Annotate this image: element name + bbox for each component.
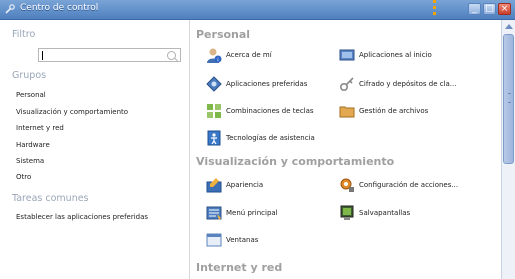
item-label: Tecnologías de asistencia <box>226 134 315 142</box>
maximize-button[interactable]: □ <box>483 3 496 15</box>
item-windows[interactable]: Ventanas <box>206 232 258 248</box>
startup-apps-icon <box>339 49 355 61</box>
item-label: Ventanas <box>226 236 259 244</box>
minimize-icon: _ <box>472 4 477 14</box>
file-management-icon <box>339 106 355 118</box>
sidebar-task-preferred-apps[interactable]: Establecer las aplicaciones preferidas <box>16 213 148 221</box>
windows-icon <box>206 233 222 247</box>
close-icon: × <box>500 4 509 14</box>
item-about-me[interactable]: i Acerca de mí <box>206 47 272 63</box>
search-icon[interactable] <box>167 51 176 60</box>
encryption-keys-icon <box>339 77 354 92</box>
item-label: Menú principal <box>226 209 278 217</box>
item-appearance[interactable]: Apariencia <box>206 177 263 193</box>
keyboard-shortcuts-icon <box>207 104 221 118</box>
window-controls: _ □ × <box>468 3 511 15</box>
search-input[interactable] <box>38 48 181 62</box>
groups-title: Grupos <box>12 70 47 81</box>
category-title-display: Visualización y comportamiento <box>196 155 395 168</box>
main-content: Personal i Acerca de mí Aplicaciones al … <box>190 20 501 279</box>
close-button[interactable]: × <box>498 3 511 15</box>
vertical-scrollbar[interactable] <box>501 20 515 279</box>
wrench-icon <box>5 4 15 14</box>
main-menu-icon <box>206 206 222 220</box>
item-label: Salvapantallas <box>359 209 411 217</box>
item-label: Cifrado y depósitos de cla... <box>359 80 457 88</box>
accessibility-icon <box>207 130 221 146</box>
tasks-title: Tareas comunes <box>12 193 89 204</box>
item-label: Combinaciones de teclas <box>226 107 314 115</box>
appearance-icon <box>206 178 222 193</box>
preferred-apps-icon <box>206 76 222 92</box>
item-file-management[interactable]: Gestión de archivos <box>339 103 428 119</box>
maximize-icon: □ <box>485 4 494 14</box>
sidebar-group-display[interactable]: Visualización y comportamiento <box>16 108 128 116</box>
scroll-up-icon[interactable] <box>505 24 513 29</box>
category-title-personal: Personal <box>196 28 251 41</box>
item-accessibility[interactable]: Tecnologías de asistencia <box>206 130 315 146</box>
item-encryption-keys[interactable]: Cifrado y depósitos de cla... <box>339 76 456 92</box>
sidebar-group-other[interactable]: Otro <box>16 173 31 181</box>
item-label: Acerca de mí <box>226 51 272 59</box>
item-screensaver[interactable]: Salvapantallas <box>339 205 410 221</box>
item-preferred-apps[interactable]: Aplicaciones preferidas <box>206 76 307 92</box>
sidebar-group-personal[interactable]: Personal <box>16 91 46 99</box>
svg-text:i: i <box>217 58 218 64</box>
category-title-internet: Internet y red <box>196 261 283 274</box>
accent-dots <box>433 0 436 16</box>
sidebar-group-internet[interactable]: Internet y red <box>16 124 64 132</box>
title-bar[interactable]: Centro de control _ □ × <box>0 0 515 20</box>
item-actions-config[interactable]: Configuración de acciones... <box>339 177 458 193</box>
item-label: Aplicaciones al inicio <box>359 51 432 59</box>
item-label: Aplicaciones preferidas <box>226 80 308 88</box>
sidebar-group-system[interactable]: Sistema <box>16 157 44 165</box>
item-keyboard-shortcuts[interactable]: Combinaciones de teclas <box>206 103 314 119</box>
item-label: Apariencia <box>226 181 264 189</box>
screensaver-icon <box>340 205 354 220</box>
actions-config-icon <box>340 178 354 192</box>
scrollbar-thumb[interactable] <box>503 34 514 164</box>
grip-icon <box>508 93 511 103</box>
user-info-icon: i <box>207 48 222 64</box>
item-startup-apps[interactable]: Aplicaciones al inicio <box>339 47 432 63</box>
filter-title: Filtro <box>12 29 36 40</box>
item-label: Configuración de acciones... <box>359 181 459 189</box>
window-title: Centro de control <box>20 3 99 13</box>
control-center-window: Centro de control _ □ × Filtro Grupos Pe… <box>0 0 515 279</box>
sidebar-group-hardware[interactable]: Hardware <box>16 141 50 149</box>
minimize-button[interactable]: _ <box>468 3 481 15</box>
text-caret <box>42 51 43 60</box>
item-label: Gestión de archivos <box>359 107 429 115</box>
item-main-menu[interactable]: Menú principal <box>206 205 278 221</box>
